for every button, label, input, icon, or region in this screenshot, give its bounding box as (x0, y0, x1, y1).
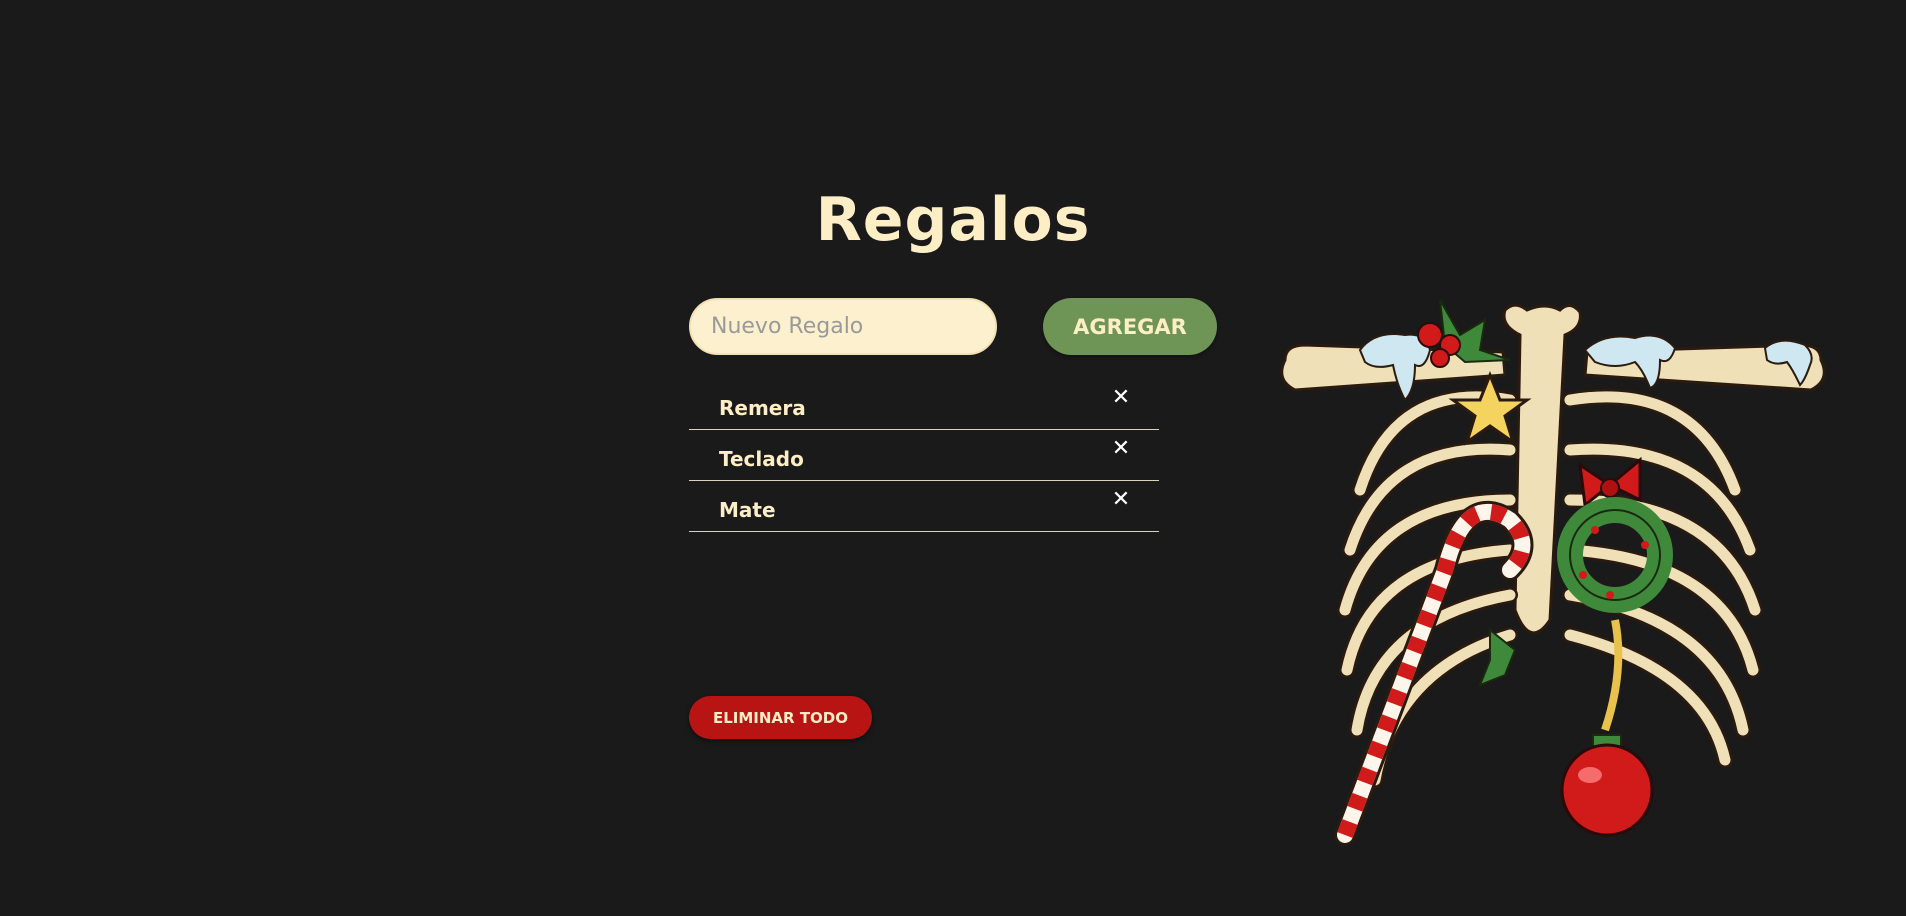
remove-gift-button[interactable]: ✕ (1109, 386, 1133, 410)
close-icon: ✕ (1111, 436, 1131, 461)
gift-item: Mate ✕ (689, 482, 1159, 532)
add-gift-button[interactable]: AGREGAR (1043, 298, 1217, 355)
gift-app: Regalos AGREGAR Remera ✕ Teclado ✕ Mate … (0, 0, 1906, 916)
close-icon: ✕ (1111, 487, 1131, 512)
christmas-ribcage-illustration (1280, 299, 1826, 846)
gift-item: Remera ✕ (689, 380, 1159, 430)
remove-gift-button[interactable]: ✕ (1109, 437, 1133, 461)
gift-name: Remera (719, 395, 806, 420)
gift-item: Teclado ✕ (689, 431, 1159, 481)
new-gift-input[interactable] (689, 298, 997, 355)
page-title: Regalos (815, 185, 1091, 255)
remove-gift-button[interactable]: ✕ (1109, 488, 1133, 512)
gift-list: Remera ✕ Teclado ✕ Mate ✕ (689, 380, 1159, 533)
gift-name: Mate (719, 497, 776, 522)
gift-name: Teclado (719, 446, 804, 471)
clear-all-button[interactable]: ELIMINAR TODO (689, 696, 872, 739)
close-icon: ✕ (1111, 385, 1131, 410)
